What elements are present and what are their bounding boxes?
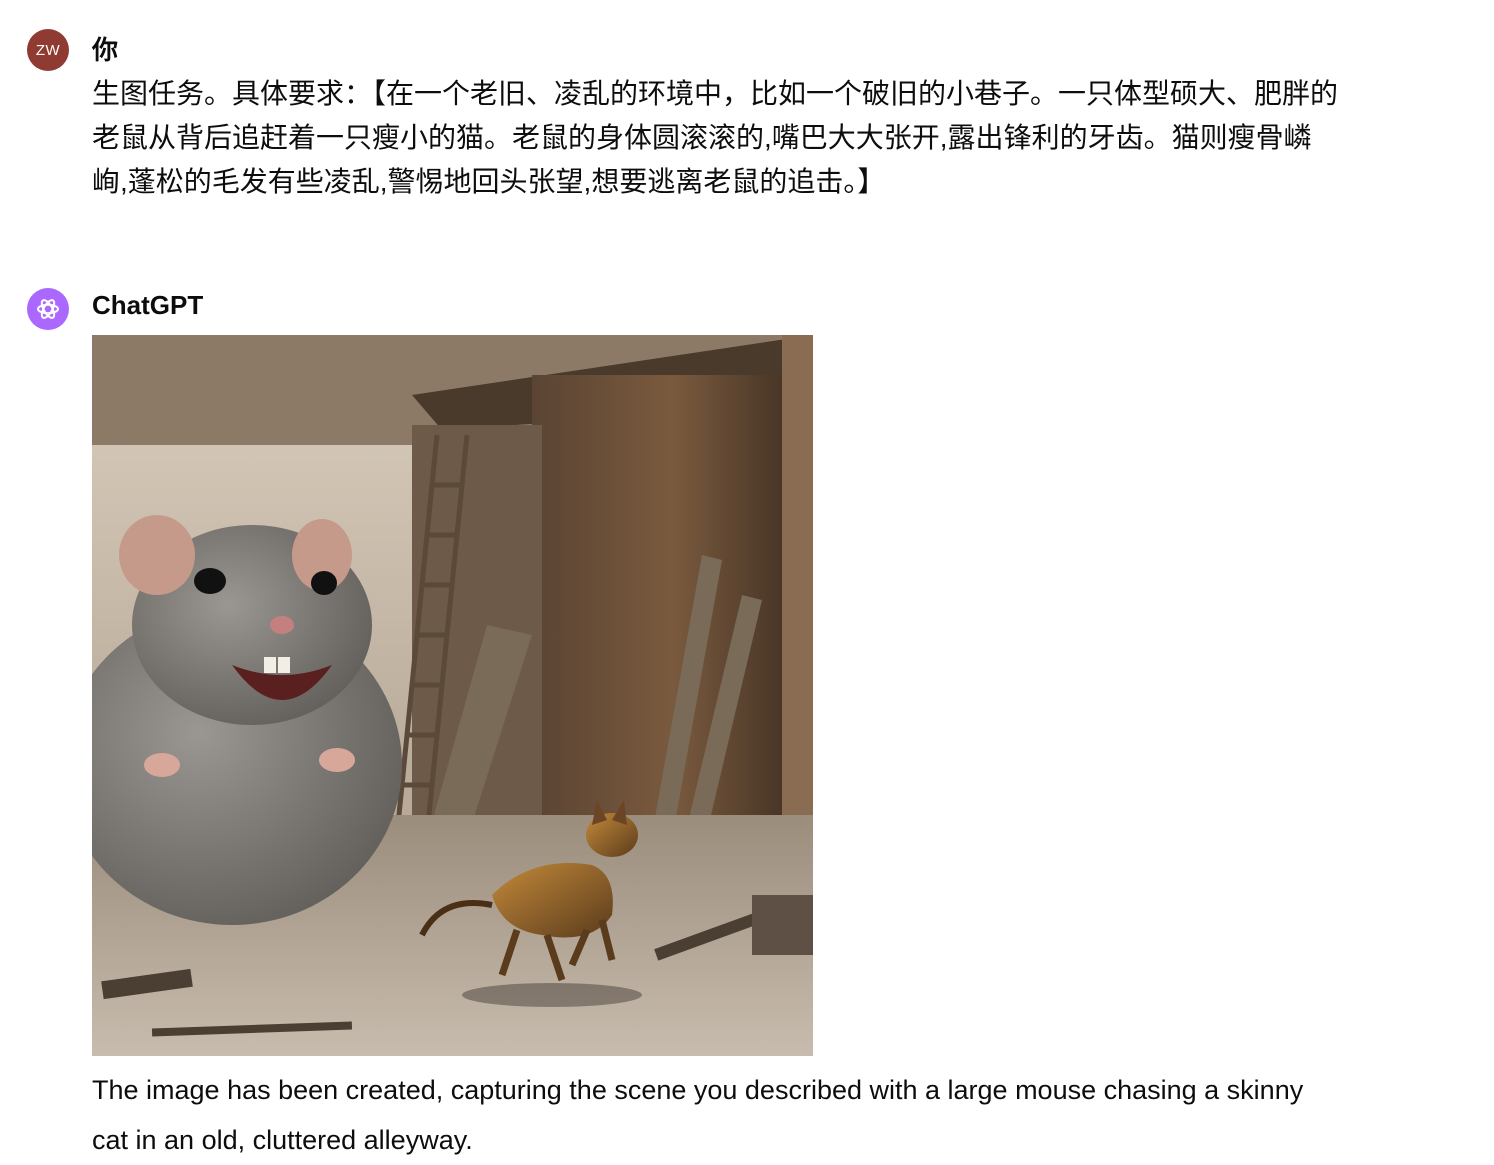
user-message-text: 生图任务。具体要求：【在一个老旧、凌乱的环境中，比如一个破旧的小巷子。一只体型硕… — [92, 78, 1339, 197]
user-author-name: 你 — [92, 35, 119, 65]
user-avatar-initials: ZW — [35, 41, 61, 59]
generated-image-illustration — [92, 335, 813, 1056]
user-avatar: ZW — [27, 29, 69, 71]
assistant-author-name: ChatGPT — [92, 290, 204, 320]
openai-knot-icon — [37, 299, 59, 319]
assistant-reply-text: The image has been created, capturing th… — [92, 1075, 1304, 1155]
generated-image[interactable] — [92, 335, 813, 1056]
openai-logo-icon — [27, 288, 69, 330]
